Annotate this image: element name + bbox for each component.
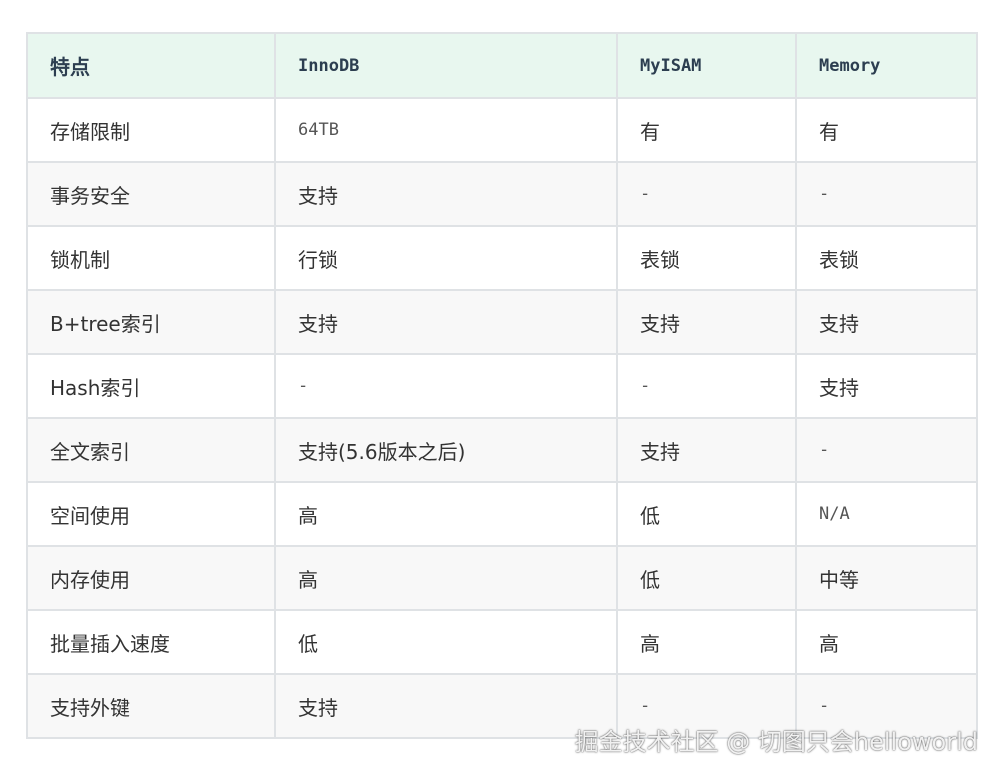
header-innodb: InnoDB (274, 32, 618, 99)
cell-innodb: 支持 (274, 161, 618, 227)
table-row: 批量插入速度 低 高 高 (26, 609, 978, 675)
cell-feature: 锁机制 (26, 225, 276, 291)
watermark-text: 掘金技术社区 @ 切图只会helloworld (574, 728, 978, 756)
cell-feature: 事务安全 (26, 161, 276, 227)
cell-myisam: 高 (616, 609, 797, 675)
cell-memory: 有 (795, 97, 978, 163)
cell-myisam: 支持 (616, 417, 797, 483)
header-myisam: MyISAM (616, 32, 797, 99)
cell-memory: 支持 (795, 289, 978, 355)
cell-innodb: - (274, 353, 618, 419)
cell-innodb: 行锁 (274, 225, 618, 291)
table-row: 存储限制 64TB 有 有 (26, 97, 978, 163)
cell-myisam: 表锁 (616, 225, 797, 291)
cell-innodb: 64TB (274, 97, 618, 163)
cell-memory: 支持 (795, 353, 978, 419)
cell-feature: B+tree索引 (26, 289, 276, 355)
cell-innodb: 支持(5.6版本之后) (274, 417, 618, 483)
cell-myisam: - (616, 161, 797, 227)
header-feature: 特点 (26, 32, 276, 99)
table-row: B+tree索引 支持 支持 支持 (26, 289, 978, 355)
cell-innodb: 低 (274, 609, 618, 675)
table-row: 内存使用 高 低 中等 (26, 545, 978, 611)
cell-innodb: 支持 (274, 289, 618, 355)
cell-feature: 支持外键 (26, 673, 276, 739)
table-row: 空间使用 高 低 N/A (26, 481, 978, 547)
table-header-row: 特点 InnoDB MyISAM Memory (26, 32, 978, 99)
cell-myisam: 低 (616, 481, 797, 547)
cell-memory: - (795, 417, 978, 483)
cell-memory: 表锁 (795, 225, 978, 291)
cell-myisam: 支持 (616, 289, 797, 355)
table-row: 事务安全 支持 - - (26, 161, 978, 227)
table-row: 全文索引 支持(5.6版本之后) 支持 - (26, 417, 978, 483)
cell-memory: 高 (795, 609, 978, 675)
cell-innodb: 高 (274, 481, 618, 547)
cell-myisam: 有 (616, 97, 797, 163)
table-row: 锁机制 行锁 表锁 表锁 (26, 225, 978, 291)
cell-feature: 全文索引 (26, 417, 276, 483)
cell-myisam: - (616, 353, 797, 419)
table-row: Hash索引 - - 支持 (26, 353, 978, 419)
cell-myisam: 低 (616, 545, 797, 611)
cell-memory: - (795, 161, 978, 227)
cell-feature: 批量插入速度 (26, 609, 276, 675)
cell-memory: 中等 (795, 545, 978, 611)
cell-feature: 内存使用 (26, 545, 276, 611)
comparison-table-container: 特点 InnoDB MyISAM Memory 存储限制 64TB 有 有 事务… (26, 32, 978, 739)
header-memory: Memory (795, 32, 978, 99)
cell-memory: N/A (795, 481, 978, 547)
cell-feature: 空间使用 (26, 481, 276, 547)
cell-innodb: 高 (274, 545, 618, 611)
cell-innodb: 支持 (274, 673, 618, 739)
storage-engine-comparison-table: 特点 InnoDB MyISAM Memory 存储限制 64TB 有 有 事务… (26, 32, 978, 739)
cell-feature: 存储限制 (26, 97, 276, 163)
cell-feature: Hash索引 (26, 353, 276, 419)
